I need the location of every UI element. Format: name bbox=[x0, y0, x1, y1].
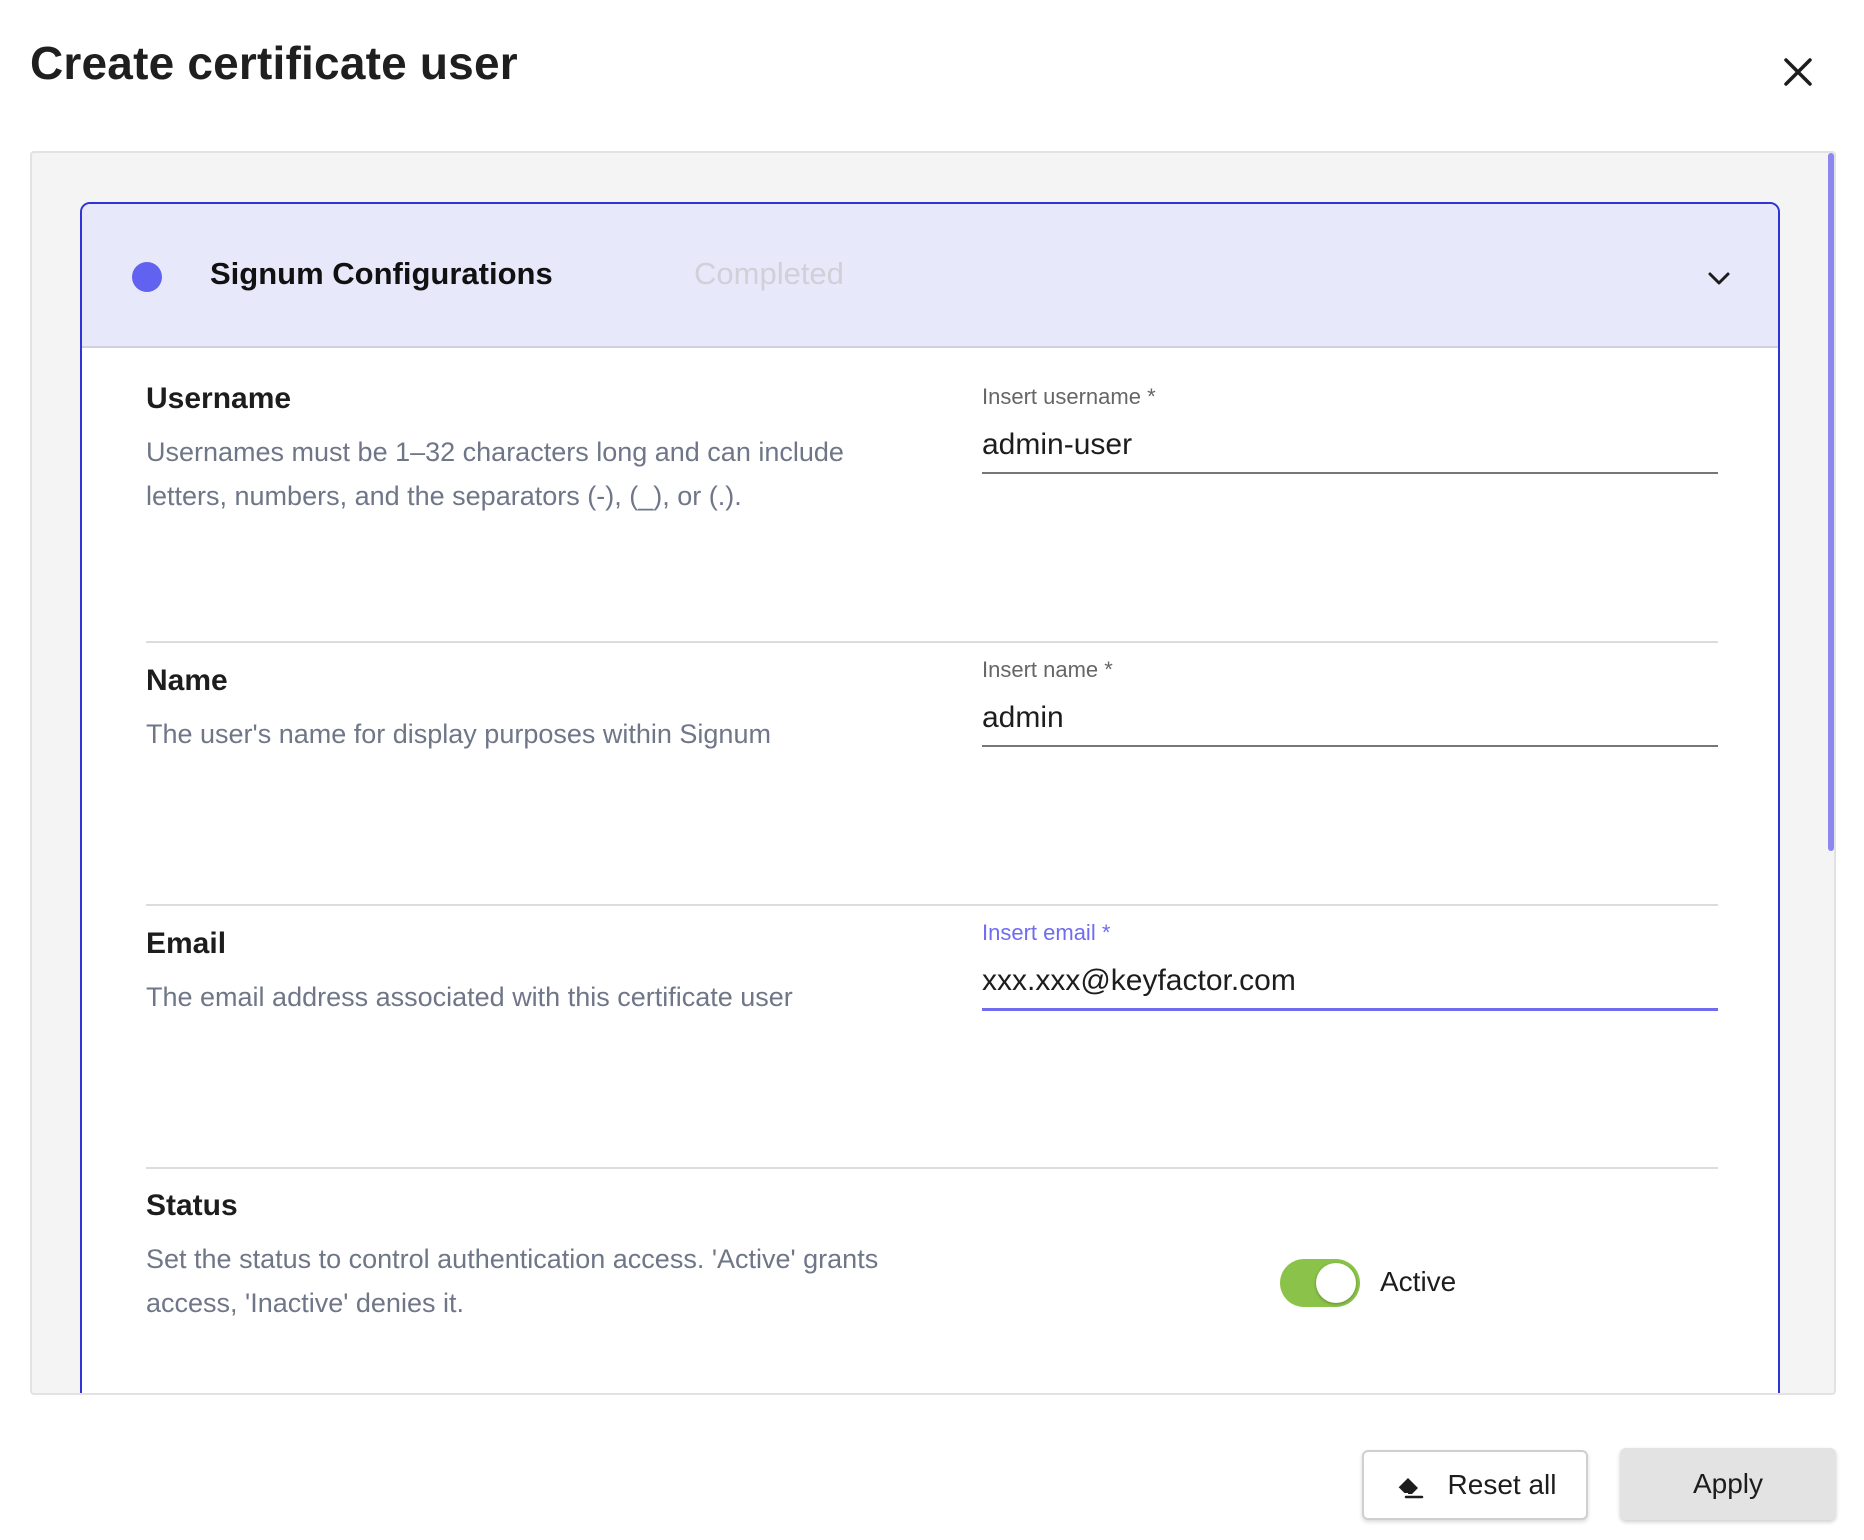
section-status: Completed bbox=[694, 256, 844, 291]
username-input-label: Insert username * bbox=[982, 384, 1156, 409]
email-description: The email address associated with this c… bbox=[146, 982, 793, 1012]
username-description: Usernames must be 1–32 characters long a… bbox=[146, 437, 844, 511]
name-row: Name The user's name for display purpose… bbox=[146, 657, 1718, 824]
name-field: Insert name * bbox=[982, 657, 1718, 747]
eraser-icon bbox=[1396, 1478, 1423, 1499]
username-row: Username Usernames must be 1–32 characte… bbox=[146, 382, 1718, 542]
divider bbox=[146, 641, 1718, 643]
username-input[interactable] bbox=[982, 424, 1718, 474]
close-button[interactable] bbox=[1776, 50, 1820, 94]
name-input[interactable] bbox=[982, 697, 1718, 747]
scrollbar-thumb[interactable] bbox=[1828, 153, 1834, 851]
reset-all-button[interactable]: Reset all bbox=[1362, 1450, 1588, 1520]
divider bbox=[146, 904, 1718, 906]
email-input-label: Insert email * bbox=[982, 920, 1111, 945]
status-row: Status Set the status to control authent… bbox=[146, 1189, 1718, 1349]
reset-all-label: Reset all bbox=[1447, 1469, 1557, 1500]
signum-configurations-panel: Signum Configurations Completed Username… bbox=[80, 202, 1780, 1393]
apply-button[interactable]: Apply bbox=[1620, 1448, 1836, 1520]
form-scroll-area[interactable]: Signum Configurations Completed Username… bbox=[30, 151, 1836, 1395]
status-toggle[interactable] bbox=[1280, 1259, 1360, 1307]
username-field: Insert username * bbox=[982, 384, 1718, 474]
status-toggle-label: Active bbox=[1380, 1266, 1457, 1297]
email-input[interactable] bbox=[982, 960, 1718, 1011]
toggle-knob bbox=[1316, 1263, 1356, 1303]
email-row: Email The email address associated with … bbox=[146, 920, 1718, 1087]
collapse-toggle[interactable] bbox=[1702, 262, 1736, 296]
email-label: Email bbox=[146, 927, 227, 960]
step-indicator-dot bbox=[132, 262, 162, 292]
chevron-down-icon bbox=[1708, 272, 1730, 285]
close-icon bbox=[1784, 58, 1812, 86]
name-input-label: Insert name * bbox=[982, 657, 1113, 682]
status-description: Set the status to control authentication… bbox=[146, 1244, 879, 1318]
status-label: Status bbox=[146, 1189, 238, 1222]
dialog-title: Create certificate user bbox=[30, 37, 518, 89]
name-description: The user's name for display purposes wit… bbox=[146, 719, 771, 749]
divider bbox=[146, 1167, 1718, 1169]
email-field: Insert email * bbox=[982, 920, 1718, 1011]
username-label: Username bbox=[146, 382, 292, 415]
section-title: Signum Configurations bbox=[210, 256, 553, 291]
section-header[interactable]: Signum Configurations Completed bbox=[82, 204, 1778, 348]
name-label: Name bbox=[146, 664, 228, 697]
